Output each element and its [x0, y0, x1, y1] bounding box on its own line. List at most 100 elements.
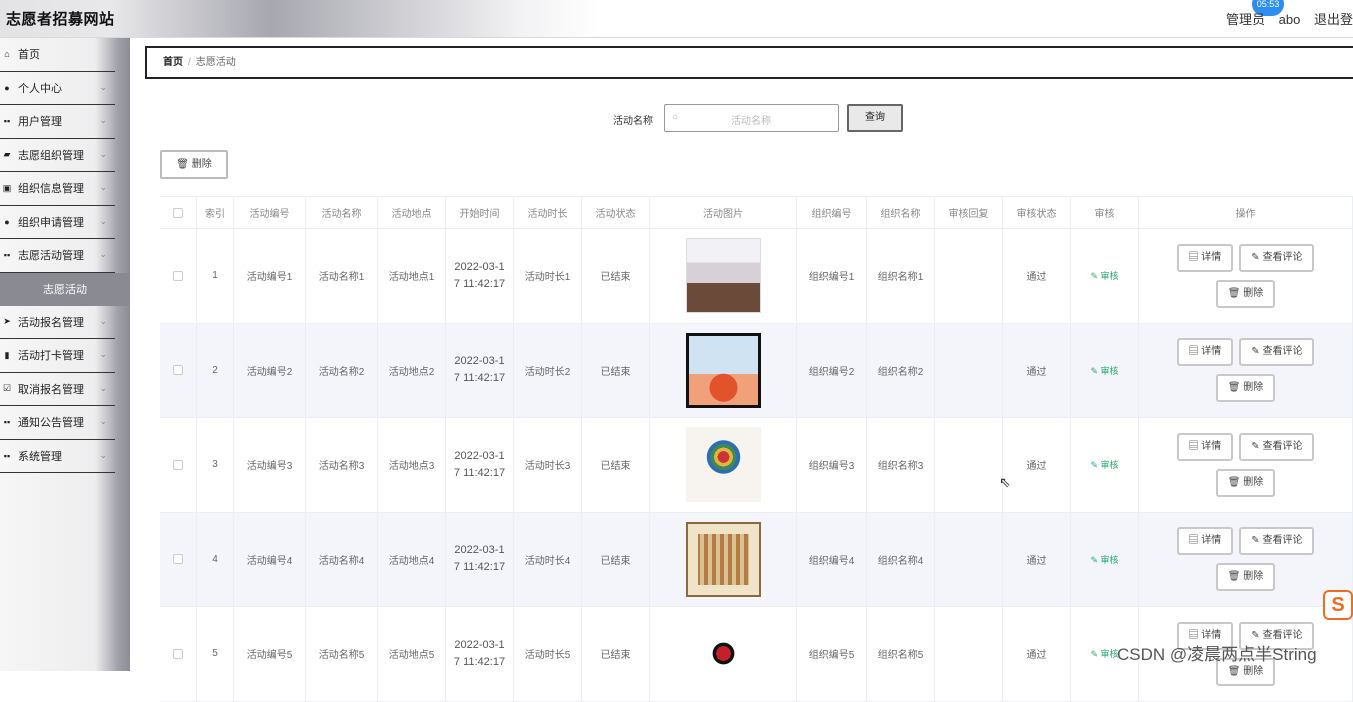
cell-audit-reply [935, 418, 1003, 512]
sidebar-item[interactable]: ● 组织申请管理 ⌄ [0, 206, 115, 239]
view-comments-button[interactable]: ✎ 查看评论 [1239, 338, 1315, 367]
row-delete-label: 删除 [1243, 665, 1264, 677]
start-time-line2: 7 11:42:17 [453, 372, 506, 385]
search-input[interactable]: ○ 活动名称 [664, 104, 839, 132]
sidebar-item[interactable]: ▪▪ 通知公告管理 ⌄ [0, 406, 115, 440]
breadcrumb-home[interactable]: 首页 [163, 57, 183, 68]
audit-link-label: 审核 [1100, 271, 1119, 282]
row-delete-button[interactable]: 🗑 删除 [1215, 563, 1276, 592]
start-time-text: 2022-03-1 7 11:42:17 [454, 637, 505, 671]
audit-link-label: 审核 [1100, 365, 1119, 376]
cell-index: 1 [197, 229, 234, 323]
audit-link-label: 审核 [1100, 554, 1119, 565]
start-time-line2: 7 11:42:17 [453, 655, 506, 668]
chevron-down-icon: ⌄ [99, 115, 107, 125]
sidebar-item[interactable]: ▪▪ 用户管理 ⌄ [0, 105, 115, 139]
audit-link[interactable]: ✎ 审核 [1090, 364, 1118, 377]
view-comments-label: 查看评论 [1262, 440, 1303, 452]
detail-button[interactable]: ▤ 详情 [1176, 527, 1234, 556]
cell-activity-code: 活动编号2 [234, 323, 306, 417]
sidebar-item[interactable]: ☑ 取消报名管理 ⌄ [0, 373, 115, 406]
cell-operations: ▤ 详情 ✎ 查看评论 🗑 删除 [1139, 229, 1353, 323]
column-header: 索引 [197, 197, 234, 228]
site-title: 志愿者招募网站 [6, 11, 115, 28]
cell-org-code: 组织编号4 [797, 512, 867, 606]
edit-icon: ✎ [1090, 460, 1101, 471]
logout-link[interactable]: 退出登 [1314, 12, 1353, 27]
top-header: 志愿者招募网站 05:53 管理员 abo 退出登 [0, 0, 1353, 38]
cell-start-time: 2022-03-1 7 11:42:17 [446, 229, 514, 323]
view-comments-button[interactable]: ✎ 查看评论 [1239, 243, 1315, 272]
activity-image [685, 616, 761, 692]
start-time-line1: 2022-03-1 [454, 638, 505, 651]
row-checkbox[interactable] [173, 554, 183, 565]
row-delete-button[interactable]: 🗑 删除 [1215, 468, 1276, 497]
breadcrumb-separator: / [188, 57, 191, 68]
sidebar-item-label: 首页 [18, 49, 40, 62]
query-button[interactable]: 查询 [847, 104, 903, 132]
user-icon: ● [4, 82, 10, 93]
ops-row-bottom: 🗑 删除 [1215, 563, 1276, 592]
row-delete-label: 删除 [1243, 476, 1264, 488]
document-icon: ▤ [1188, 346, 1202, 358]
sidebar-item[interactable]: ▪▪ 系统管理 ⌄ [0, 440, 115, 473]
detail-button-label: 详情 [1201, 346, 1222, 358]
audit-link[interactable]: ✎ 审核 [1090, 458, 1118, 471]
chevron-down-icon: ⌄ [99, 182, 107, 192]
mouse-cursor-icon: ⇖ [999, 474, 1011, 490]
cell-activity-name: 活动名称1 [306, 229, 378, 323]
cell-index: 5 [197, 607, 234, 701]
sidebar-item[interactable]: ▮ 活动打卡管理 ⌄ [0, 339, 115, 373]
sidebar-item[interactable]: ▣ 组织信息管理 ⌄ [0, 172, 115, 206]
cell-activity-place: 活动地点3 [378, 418, 446, 512]
cell-operations: ▤ 详情 ✎ 查看评论 🗑 删除 [1139, 512, 1353, 606]
grid-icon: ▪▪ [3, 116, 11, 127]
chevron-down-icon: ⌄ [99, 449, 107, 460]
grid-icon: ▪▪ [3, 417, 11, 428]
column-header: 组织编号 [797, 197, 867, 228]
select-all-checkbox[interactable] [173, 207, 183, 218]
sidebar-item[interactable]: ● 个人中心 ⌄ [0, 72, 115, 105]
batch-delete-button[interactable]: 🗑 删除 [160, 150, 228, 179]
row-delete-button[interactable]: 🗑 删除 [1215, 279, 1276, 308]
grid-icon: ▪▪ [3, 450, 11, 461]
sidebar: ⌂ 首页 ● 个人中心 ⌄ ▪▪ 用户管理 ⌄ ▰ 志愿组织管理 ⌄ ▣ 组织信息管理 ⌄ ● 组织申请管理 ⌄… [0, 38, 130, 671]
user-area: 管理员 abo 退出登 [1226, 9, 1353, 28]
grid-icon: ▪▪ [3, 250, 11, 261]
detail-button[interactable]: ▤ 详情 [1176, 338, 1234, 367]
ops-row-top: ▤ 详情 ✎ 查看评论 [1176, 243, 1315, 272]
username: abo [1278, 12, 1301, 27]
view-comments-button[interactable]: ✎ 查看评论 [1239, 527, 1315, 556]
row-checkbox[interactable] [173, 270, 183, 281]
row-checkbox[interactable] [173, 365, 183, 376]
sidebar-item[interactable]: ⌂ 首页 [0, 38, 115, 72]
edit-icon: ✎ [1090, 271, 1101, 282]
row-checkbox[interactable] [173, 459, 183, 470]
sidebar-subitem-active[interactable]: 志愿活动 [0, 272, 130, 306]
column-header: 操作 [1139, 197, 1353, 228]
cell-audit-reply [935, 512, 1003, 606]
send-icon: ➤ [3, 316, 11, 327]
sidebar-item[interactable]: ➤ 活动报名管理 ⌄ [0, 306, 115, 339]
view-comments-label: 查看评论 [1262, 535, 1303, 547]
edit-icon: ✎ [1090, 365, 1101, 376]
sidebar-item[interactable]: ▪▪ 志愿活动管理 ⌄ [0, 239, 115, 273]
chevron-down-icon: ⌄ [99, 148, 107, 159]
detail-button[interactable]: ▤ 详情 [1176, 243, 1234, 272]
detail-button[interactable]: ▤ 详情 [1176, 432, 1234, 461]
cell-org-name: 组织名称2 [867, 323, 935, 417]
cell-start-time: 2022-03-1 7 11:42:17 [446, 607, 514, 701]
audit-link[interactable]: ✎ 审核 [1090, 647, 1118, 660]
sidebar-item[interactable]: ▰ 志愿组织管理 ⌄ [0, 139, 115, 172]
row-checkbox[interactable] [173, 648, 183, 659]
cell-audit-reply [935, 229, 1003, 323]
view-comments-button[interactable]: ✎ 查看评论 [1239, 432, 1315, 461]
audit-link[interactable]: ✎ 审核 [1090, 269, 1118, 282]
audit-link[interactable]: ✎ 审核 [1090, 553, 1118, 566]
start-time-line1: 2022-03-1 [454, 544, 505, 557]
sidebar-item-label: 志愿活动管理 [18, 250, 84, 263]
cell-index: 4 [197, 512, 234, 606]
ops-row-bottom: 🗑 删除 [1215, 279, 1276, 308]
row-delete-button[interactable]: 🗑 删除 [1215, 374, 1276, 403]
edit-icon: ✎ [1251, 535, 1263, 547]
